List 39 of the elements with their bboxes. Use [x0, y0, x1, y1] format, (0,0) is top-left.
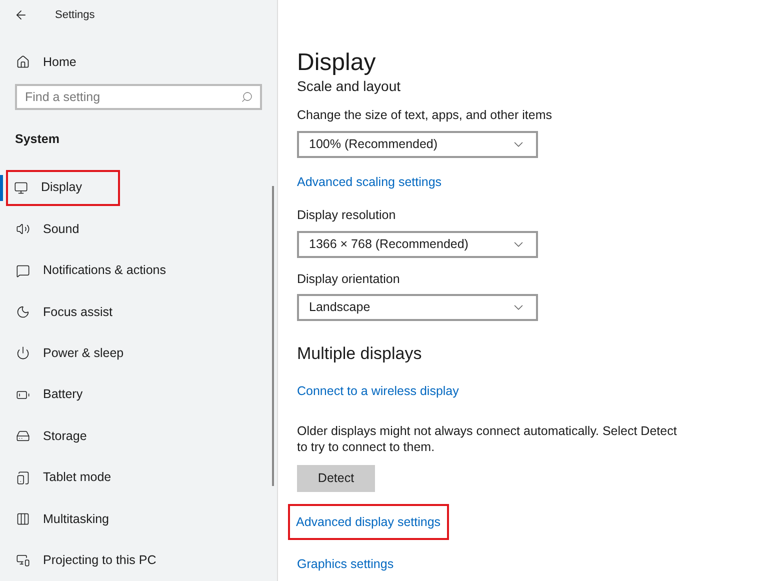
back-icon[interactable] [14, 8, 28, 22]
section-heading: Multiple displays [297, 343, 423, 366]
screens-icon [16, 553, 30, 568]
link[interactable]: Connect to a wireless display [297, 384, 459, 398]
tablet-icon [16, 470, 30, 485]
message-icon [16, 264, 30, 278]
search-icon [241, 91, 253, 104]
sidebar-item[interactable]: Multitasking [16, 510, 109, 528]
dropdown[interactable]: 1366 × 768 (Recommended) [297, 230, 538, 258]
columns-icon [16, 512, 30, 526]
window-title: Settings [55, 8, 95, 23]
dropdown[interactable]: 100% (Recommended) [297, 130, 538, 158]
sidebar-item[interactable]: Focus assist [16, 302, 112, 322]
home-icon [16, 55, 30, 70]
link[interactable]: Graphics settings [297, 556, 394, 571]
home-item[interactable]: Home [0, 46, 277, 78]
speaker-icon [16, 222, 30, 236]
sidebar-item[interactable]: Notifications & actions [16, 261, 166, 280]
dropdown[interactable]: Landscape [297, 294, 538, 322]
drive-icon [16, 429, 30, 444]
power-icon [16, 346, 30, 360]
section-title: System [15, 131, 60, 148]
section-heading: Scale and layout [297, 78, 402, 94]
detect-button[interactable]: Detect [297, 464, 375, 492]
sidebar-item[interactable]: Power & sleep [16, 344, 124, 363]
moon-icon [16, 304, 30, 319]
description: Older displays might not always connect automatically. Select Detect to try to connect to them. [297, 422, 678, 455]
sidebar-item[interactable]: Storage [16, 426, 87, 446]
sidebar-item[interactable]: Sound [16, 220, 80, 239]
search-field[interactable]: Find a setting [15, 84, 262, 110]
sidebar-item[interactable]: Battery [16, 385, 83, 404]
page-title: Display [297, 48, 377, 78]
sidebar-item[interactable]: Tablet mode [16, 468, 112, 487]
field-label: Change the size of text, apps, and other items [297, 107, 554, 124]
field-label: Display orientation [297, 270, 401, 288]
field-label: Display resolution [297, 206, 397, 224]
sidebar-item[interactable]: Projecting to this PC [16, 550, 156, 570]
link[interactable]: Advanced scaling settings [297, 174, 442, 189]
monitor-icon [14, 180, 28, 195]
